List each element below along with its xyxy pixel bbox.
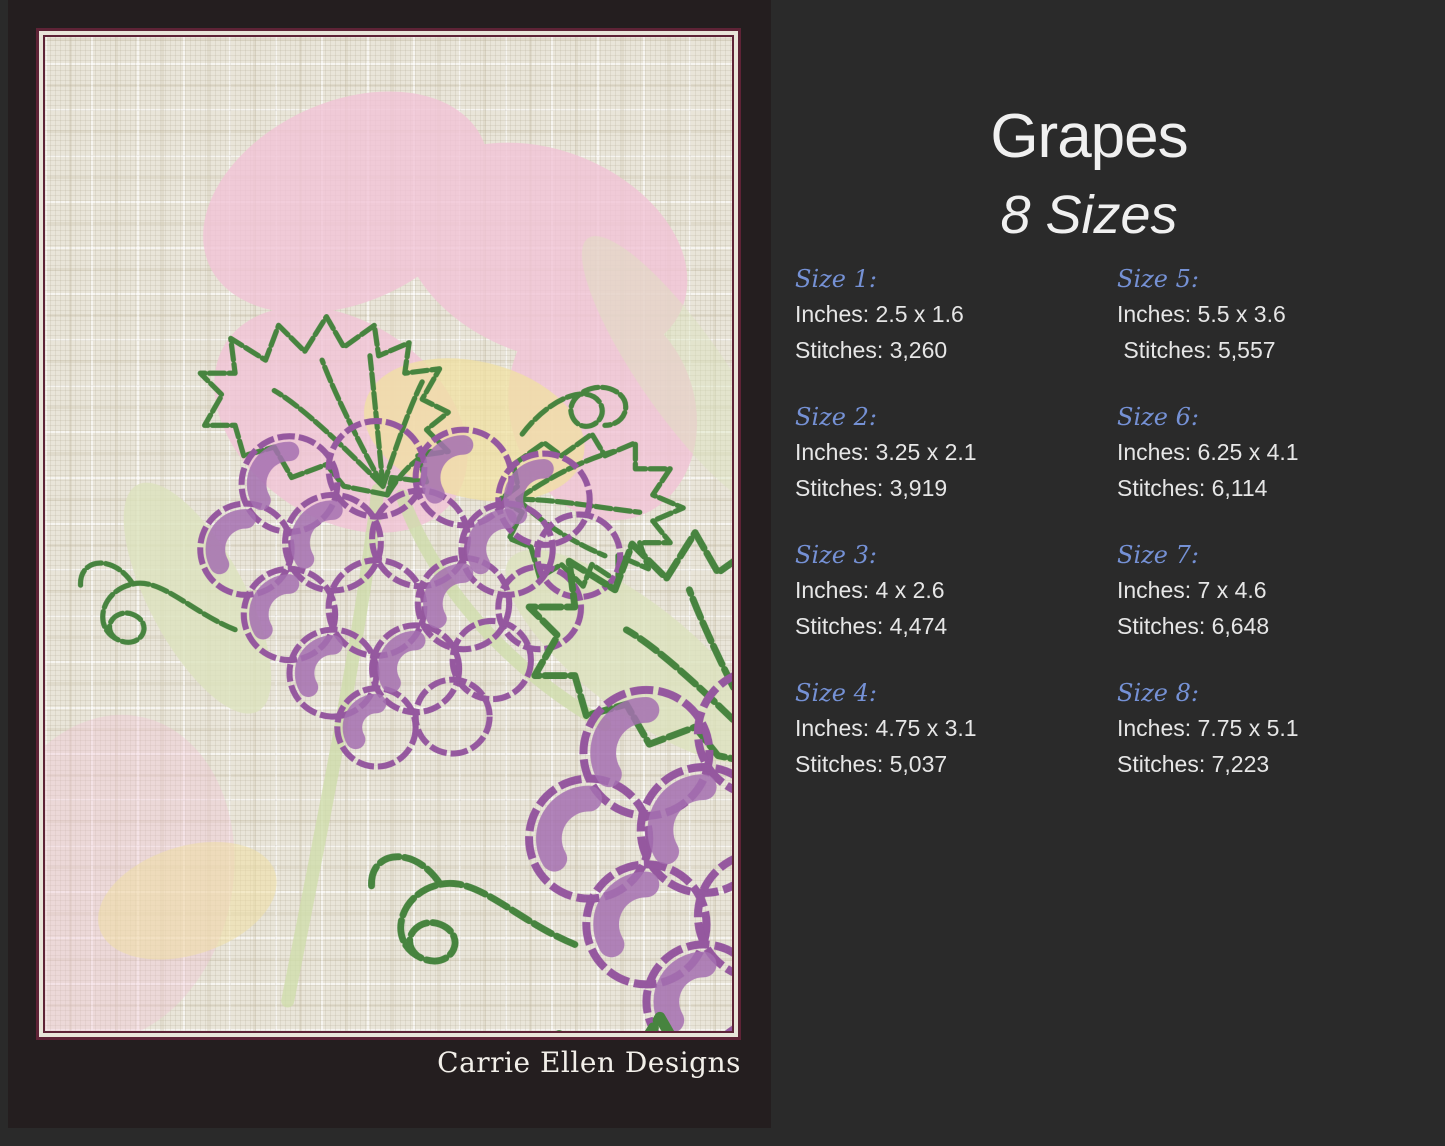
size-label: Size 1:: [795, 262, 1117, 296]
size-block-3: Size 3: Inches: 4 x 2.6 Stitches: 4,474: [795, 538, 1117, 676]
page: Carrie Ellen Designs Grapes 8 Sizes Size…: [0, 0, 1445, 1146]
inches-line: Inches: 7 x 4.6: [1117, 572, 1445, 608]
sizes-grid: Size 1: Inches: 2.5 x 1.6 Stitches: 3,26…: [795, 262, 1445, 814]
size-block-4: Size 4: Inches: 4.75 x 3.1 Stitches: 5,0…: [795, 676, 1117, 814]
title-block: Grapes 8 Sizes: [771, 104, 1407, 244]
stitches-line: Stitches: 4,474: [795, 608, 1117, 644]
stitches-line: Stitches: 7,223: [1117, 746, 1445, 782]
size-block-6: Size 6: Inches: 6.25 x 4.1 Stitches: 6,1…: [1117, 400, 1445, 538]
size-label: Size 6:: [1117, 400, 1445, 434]
info-panel: Grapes 8 Sizes Size 1: Inches: 2.5 x 1.6…: [771, 0, 1445, 1146]
design-preview-panel: Carrie Ellen Designs: [8, 0, 771, 1128]
inches-line: Inches: 4 x 2.6: [795, 572, 1117, 608]
stitches-line: Stitches: 3,260: [795, 332, 1117, 368]
size-block-7: Size 7: Inches: 7 x 4.6 Stitches: 6,648: [1117, 538, 1445, 676]
inches-line: Inches: 4.75 x 3.1: [795, 710, 1117, 746]
fabric-swatch: [36, 28, 741, 1040]
brand-signature: Carrie Ellen Designs: [437, 1046, 741, 1079]
stitches-line: Stitches: 6,648: [1117, 608, 1445, 644]
size-label: Size 4:: [795, 676, 1117, 710]
inches-line: Inches: 3.25 x 2.1: [795, 434, 1117, 470]
size-label: Size 3:: [795, 538, 1117, 572]
size-label: Size 8:: [1117, 676, 1445, 710]
sizes-subtitle: 8 Sizes: [771, 186, 1407, 244]
inches-line: Inches: 5.5 x 3.6: [1117, 296, 1445, 332]
stitches-line: Stitches: 3,919: [795, 470, 1117, 506]
design-title: Grapes: [771, 104, 1407, 170]
stitches-line: Stitches: 5,557: [1117, 332, 1445, 368]
size-block-1: Size 1: Inches: 2.5 x 1.6 Stitches: 3,26…: [795, 262, 1117, 400]
grapes-embroidery-art: [45, 37, 732, 1031]
inches-line: Inches: 2.5 x 1.6: [795, 296, 1117, 332]
inches-line: Inches: 6.25 x 4.1: [1117, 434, 1445, 470]
grape-cluster-large: [142, 1017, 732, 1031]
stitches-line: Stitches: 6,114: [1117, 470, 1445, 506]
size-block-8: Size 8: Inches: 7.75 x 5.1 Stitches: 7,2…: [1117, 676, 1445, 814]
stitches-line: Stitches: 5,037: [795, 746, 1117, 782]
size-block-2: Size 2: Inches: 3.25 x 2.1 Stitches: 3,9…: [795, 400, 1117, 538]
linen-fabric: [43, 35, 734, 1033]
size-label: Size 7:: [1117, 538, 1445, 572]
size-label: Size 2:: [795, 400, 1117, 434]
size-block-5: Size 5: Inches: 5.5 x 3.6 Stitches: 5,55…: [1117, 262, 1445, 400]
inches-line: Inches: 7.75 x 5.1: [1117, 710, 1445, 746]
size-label: Size 5:: [1117, 262, 1445, 296]
